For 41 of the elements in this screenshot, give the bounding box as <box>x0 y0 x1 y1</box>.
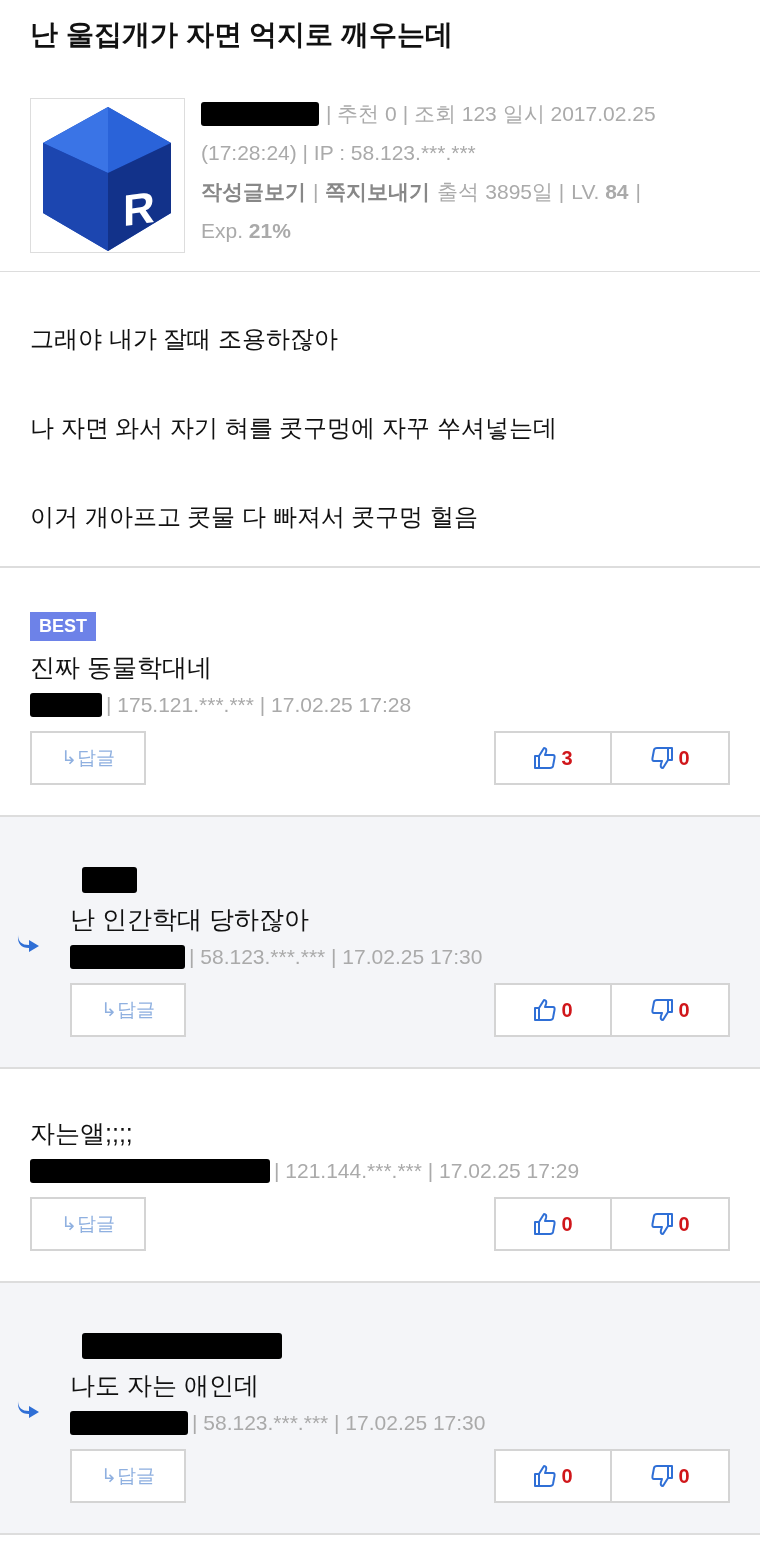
post-meta: (17:28:24) | IP : 58.123.***.*** <box>201 140 476 166</box>
redaction-bar <box>82 867 137 893</box>
avatar-logo: R <box>30 98 185 253</box>
best-badge: BEST <box>30 612 96 641</box>
thumbs-down-icon <box>650 746 675 770</box>
like-button[interactable]: 3 <box>494 731 612 785</box>
post-paragraph: 그래야 내가 잘때 조용하잖아 <box>30 324 339 354</box>
like-button[interactable]: 0 <box>494 1197 612 1251</box>
separator: | <box>635 179 641 205</box>
post-meta: | 추천 0 | 조회 123 일시 2017.02.25 <box>326 101 656 127</box>
user-exp: Exp. 21% <box>201 218 291 244</box>
comment-text: 진짜 동물학대네 <box>30 652 213 683</box>
dislike-button[interactable]: 0 <box>612 731 730 785</box>
comment-text: 자는앨;;;; <box>30 1118 134 1149</box>
comment-meta: | 58.123.***.*** | 17.02.25 17:30 <box>189 945 483 969</box>
separator: | <box>313 179 319 205</box>
post-paragraph: 나 자면 와서 자기 혀를 콧구멍에 자꾸 쑤셔넣는데 <box>30 413 558 443</box>
thumbs-up-icon <box>533 746 558 770</box>
redaction-bar <box>30 693 102 717</box>
thumbs-down-icon <box>650 1212 675 1236</box>
comment-meta: | 175.121.***.*** | 17.02.25 17:28 <box>106 693 412 717</box>
comment-meta: | 58.123.***.*** | 17.02.25 17:30 <box>192 1411 486 1435</box>
dislike-button[interactable]: 0 <box>612 983 730 1037</box>
like-button[interactable]: 0 <box>494 1449 612 1503</box>
attendance: 출석 3895일 | <box>437 179 565 205</box>
posts-link[interactable]: 작성글보기 <box>201 172 306 211</box>
comment-text: 나도 자는 애인데 <box>70 1370 260 1401</box>
thumbs-down-icon <box>650 998 675 1022</box>
thumbs-down-icon <box>650 1464 675 1488</box>
message-link[interactable]: 쪽지보내기 <box>325 172 431 211</box>
comment-text: 난 인간학대 당하잖아 <box>70 904 310 935</box>
like-button[interactable]: 0 <box>494 983 612 1037</box>
thumbs-up-icon <box>533 1212 558 1236</box>
post-title: 난 울집개가 자면 억지로 깨우는데 <box>29 18 455 52</box>
comment-meta: | 121.144.***.*** | 17.02.25 17:29 <box>274 1159 580 1183</box>
post-paragraph: 이거 개아프고 콧물 다 빠져서 콧구멍 헐음 <box>30 502 479 532</box>
thumbs-up-icon <box>533 998 558 1022</box>
user-level: LV. 84 <box>571 179 629 205</box>
dislike-button[interactable]: 0 <box>612 1449 730 1503</box>
dislike-button[interactable]: 0 <box>612 1197 730 1251</box>
thumbs-up-icon <box>533 1464 558 1488</box>
